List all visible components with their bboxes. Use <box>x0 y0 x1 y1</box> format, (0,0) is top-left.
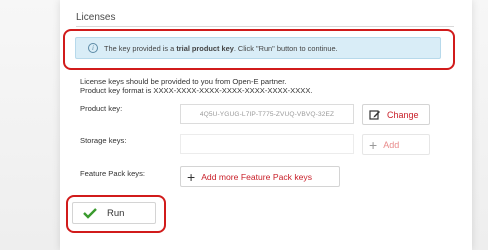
change-button[interactable]: Change <box>362 104 430 125</box>
storage-keys-field[interactable] <box>180 134 354 154</box>
description-line-2: Product key format is XXXX-XXXX-XXXX-XXX… <box>80 86 313 95</box>
alert-highlight <box>63 29 455 70</box>
feature-pack-button-label: Add more Feature Pack keys <box>201 171 312 182</box>
add-feature-pack-keys-button[interactable]: + Add more Feature Pack keys <box>180 166 340 187</box>
add-storage-key-button[interactable]: + Add <box>362 134 430 155</box>
description-line-1: License keys should be provided to you f… <box>80 77 287 86</box>
run-highlight <box>66 195 166 233</box>
add-label: Add <box>383 139 400 150</box>
license-description: License keys should be provided to you f… <box>80 77 313 95</box>
plus-icon: + <box>369 136 378 153</box>
plus-icon: + <box>187 168 196 185</box>
section-divider <box>76 26 454 27</box>
storage-keys-label: Storage keys: <box>80 136 127 145</box>
feature-pack-keys-label: Feature Pack keys: <box>80 169 145 178</box>
edit-icon <box>369 109 380 120</box>
section-title: Licenses <box>76 12 116 23</box>
product-key-label: Product key: <box>80 104 123 113</box>
change-label: Change <box>387 109 419 120</box>
product-key-field[interactable]: 4Q5U-YGUG-L7IP-T775-ZVUQ-VBVQ-32EZ <box>180 104 354 124</box>
